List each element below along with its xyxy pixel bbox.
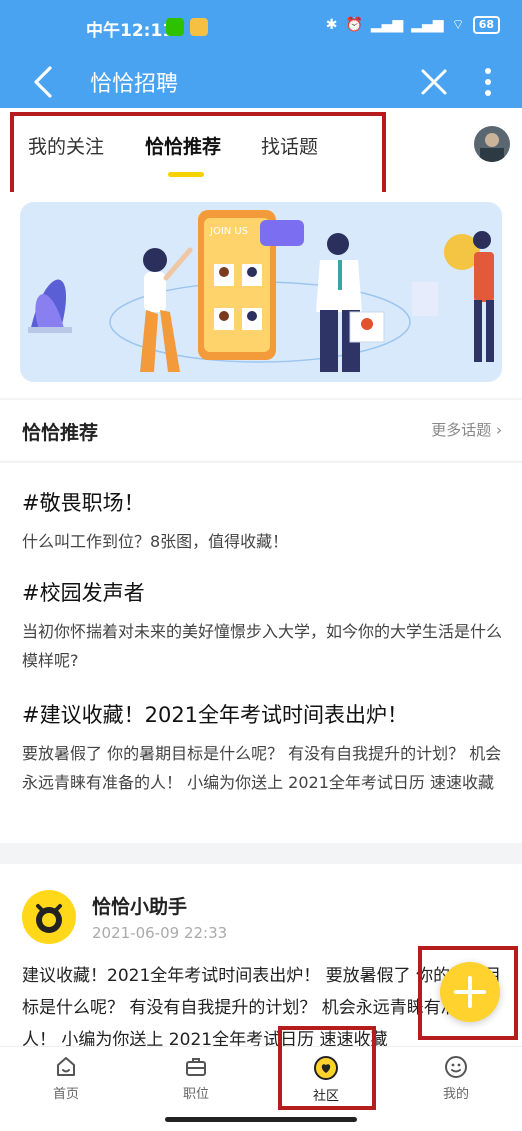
user-avatar[interactable] bbox=[474, 126, 510, 162]
nav-home[interactable]: 首页 bbox=[26, 1055, 106, 1102]
signal-icon: ▂▄▆ bbox=[370, 17, 404, 33]
post-date: 2021-06-09 22:33 bbox=[92, 924, 228, 942]
banner-join-text: JOIN US bbox=[209, 226, 248, 237]
nav-jobs-label: 职位 bbox=[182, 1087, 209, 1102]
more-options-icon[interactable] bbox=[480, 64, 496, 100]
topic-item[interactable]: #建议收藏！2021全年考试时间表出炉！ 要放暑假了 你的暑期目标是什么呢？ 有… bbox=[22, 699, 502, 797]
author-avatar[interactable] bbox=[22, 890, 76, 944]
section-title: 恰恰推荐 bbox=[22, 422, 99, 444]
promo-banner[interactable]: JOIN US bbox=[20, 202, 502, 382]
app-notification-icon bbox=[190, 18, 208, 36]
status-bar: 中午12:11 ✱ ⏰ ▂▄▆ ▂▄▆ ⌔ 68 bbox=[0, 0, 522, 56]
back-arrow-icon[interactable] bbox=[28, 64, 58, 100]
topic-desc: 什么叫工作到位？8张图，值得收藏！ bbox=[22, 532, 289, 551]
title-bar: 恰恰招聘 bbox=[0, 56, 522, 108]
nav-profile-label: 我的 bbox=[442, 1087, 469, 1102]
community-highlight-box bbox=[278, 1026, 376, 1110]
status-time: 中午12:11 bbox=[86, 21, 175, 41]
nav-jobs[interactable]: 职位 bbox=[156, 1055, 236, 1102]
briefcase-icon bbox=[186, 1058, 206, 1076]
tabs-highlight-box bbox=[10, 112, 386, 200]
section-header: 恰恰推荐 更多话题 › bbox=[0, 400, 522, 462]
topic-title: #敬畏职场！ bbox=[22, 491, 145, 515]
wifi-icon: ⌔ bbox=[451, 17, 465, 33]
page-title: 恰恰招聘 bbox=[90, 72, 179, 97]
topic-desc: 要放暑假了 你的暑期目标是什么呢？ 有没有自我提升的计划？ 机会永远青睐有准备的… bbox=[22, 744, 502, 792]
topic-title: #校园发声者 bbox=[22, 581, 145, 605]
wechat-icon bbox=[166, 18, 184, 36]
chevron-right-icon: › bbox=[496, 421, 502, 439]
post-author[interactable]: 恰恰小助手 bbox=[92, 892, 187, 919]
signal-icon: ▂▄▆ bbox=[411, 17, 444, 33]
topic-title: #建议收藏！2021全年考试时间表出炉！ bbox=[22, 703, 409, 727]
topic-item[interactable]: #敬畏职场！ 什么叫工作到位？8张图，值得收藏！ bbox=[22, 487, 502, 556]
alarm-icon: ⏰ bbox=[345, 17, 363, 33]
profile-icon bbox=[445, 1056, 467, 1078]
bluetooth-icon: ✱ bbox=[325, 17, 338, 33]
close-icon[interactable] bbox=[418, 66, 450, 98]
more-topics-label: 更多话题 bbox=[431, 421, 492, 439]
topic-list: #敬畏职场！ 什么叫工作到位？8张图，值得收藏！ #校园发声者 当初你怀揣着对未… bbox=[0, 463, 522, 843]
nav-home-label: 首页 bbox=[52, 1087, 79, 1102]
topic-item[interactable]: #校园发声者 当初你怀揣着对未来的美好憧憬步入大学，如今你的大学生活是什么模样呢… bbox=[22, 577, 502, 675]
more-topics-link[interactable]: 更多话题 › bbox=[431, 419, 502, 440]
fab-highlight-box bbox=[418, 946, 518, 1040]
nav-profile[interactable]: 我的 bbox=[416, 1055, 496, 1102]
home-indicator bbox=[165, 1117, 357, 1122]
banner-section: JOIN US bbox=[0, 192, 522, 398]
battery-icon: 68 bbox=[472, 16, 500, 34]
home-icon bbox=[57, 1057, 75, 1076]
topic-desc: 当初你怀揣着对未来的美好憧憬步入大学，如今你的大学生活是什么模样呢? bbox=[22, 622, 503, 670]
